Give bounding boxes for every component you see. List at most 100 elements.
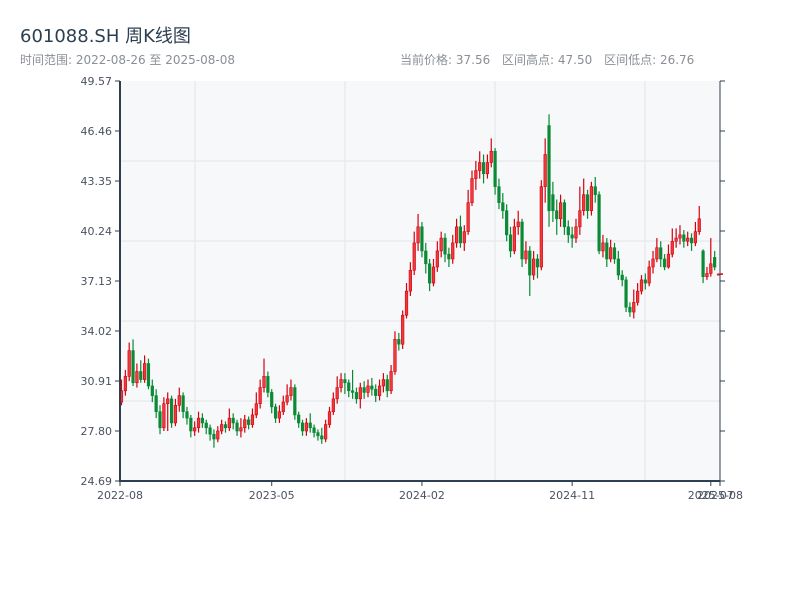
y-tick-label: 49.57	[81, 75, 113, 88]
candle-body	[146, 363, 151, 387]
candle-body	[574, 226, 578, 239]
y-tick-label: 40.24	[81, 225, 113, 238]
candle-body	[543, 154, 547, 187]
candle-body	[524, 250, 528, 260]
candle-body	[343, 379, 347, 384]
candle-body	[566, 226, 570, 236]
candle-body	[458, 226, 463, 244]
candle-body	[350, 390, 355, 393]
candle-body	[643, 279, 647, 284]
candle-body	[474, 170, 478, 179]
candle-body	[308, 422, 312, 429]
candle-body	[385, 379, 389, 392]
y-tick-label: 24.69	[81, 475, 113, 488]
x-tick-label: 2025-08	[697, 489, 743, 502]
candle-body	[239, 427, 243, 432]
plot-area	[120, 81, 720, 481]
candle-body	[478, 162, 482, 171]
candle-body	[505, 210, 509, 236]
candle-body	[639, 279, 644, 292]
candle-body	[139, 371, 143, 380]
candle-body	[470, 178, 474, 204]
candle-body	[143, 363, 147, 380]
candle-body	[670, 240, 674, 255]
candle-body	[701, 250, 705, 277]
candle-body	[709, 263, 713, 274]
candle-body	[489, 150, 493, 163]
candle-body	[659, 247, 663, 260]
y-tick-label: 30.91	[81, 375, 113, 388]
candle-body	[466, 202, 470, 232]
candle-body	[231, 417, 235, 424]
candle-body	[250, 414, 255, 425]
candle-body	[532, 258, 536, 276]
candle-body	[266, 376, 270, 393]
candle-body	[582, 194, 586, 212]
candle-body	[462, 231, 466, 244]
candle-body	[674, 237, 678, 242]
candle-body	[547, 125, 551, 212]
candle-body	[262, 376, 266, 388]
candle-body	[212, 433, 216, 440]
candle-body	[539, 186, 543, 268]
candle-body	[416, 226, 420, 244]
candle-body	[370, 385, 374, 390]
candle-body	[131, 350, 135, 384]
candle-body	[620, 274, 624, 281]
candle-body	[166, 398, 170, 404]
candle-body	[454, 226, 459, 244]
candle-body	[135, 371, 139, 384]
candlestick-chart: 24.69 27.80 30.91 34.02 37.13 40.24 43.35 46.46…	[81, 75, 743, 502]
candle-body	[501, 202, 505, 212]
candle-body	[347, 382, 351, 392]
candle-body	[628, 306, 632, 313]
candle-body	[609, 247, 613, 260]
candle-body	[150, 385, 154, 396]
candle-body	[647, 266, 651, 284]
candle-body	[270, 392, 274, 408]
candle-body	[431, 266, 436, 284]
candle-body	[481, 162, 486, 175]
candle-body	[420, 226, 424, 252]
candle-body	[555, 210, 559, 220]
candle-body	[293, 387, 297, 416]
candle-body	[216, 430, 220, 440]
y-tick-label: 43.35	[81, 175, 113, 188]
candle-body	[686, 237, 690, 242]
candle-body	[223, 424, 228, 429]
y-tick-label: 37.13	[81, 275, 113, 288]
candle-body	[585, 194, 590, 212]
candle-body	[689, 237, 694, 244]
candle-body	[304, 422, 308, 432]
candle-body	[393, 339, 397, 372]
candle-body	[535, 258, 540, 268]
candle-body	[358, 387, 362, 400]
candle-body	[589, 186, 593, 212]
candle-body	[651, 258, 655, 268]
candle-body	[447, 253, 451, 260]
candle-body	[497, 186, 501, 204]
candle-body	[374, 388, 378, 396]
candle-body	[243, 419, 247, 429]
candle-body	[512, 226, 516, 252]
candle-body	[123, 376, 127, 392]
x-tick-label: 2024-11	[549, 489, 595, 502]
candle-body	[705, 273, 709, 277]
candle-body	[324, 424, 328, 440]
candle-body	[424, 250, 428, 265]
candle-body	[162, 403, 166, 429]
candle-body	[327, 411, 332, 425]
candle-body	[208, 427, 212, 435]
candle-body	[528, 250, 532, 276]
x-tick-label: 2023-05	[249, 489, 295, 502]
candle-body	[593, 186, 597, 195]
candle-body	[404, 290, 409, 316]
candle-body	[320, 435, 324, 440]
candle-body	[693, 231, 697, 244]
candle-body	[354, 392, 359, 400]
candle-body	[247, 419, 251, 425]
candle-body	[632, 302, 636, 313]
candle-body	[655, 247, 659, 260]
candle-body	[185, 411, 189, 419]
candle-body	[682, 234, 686, 242]
